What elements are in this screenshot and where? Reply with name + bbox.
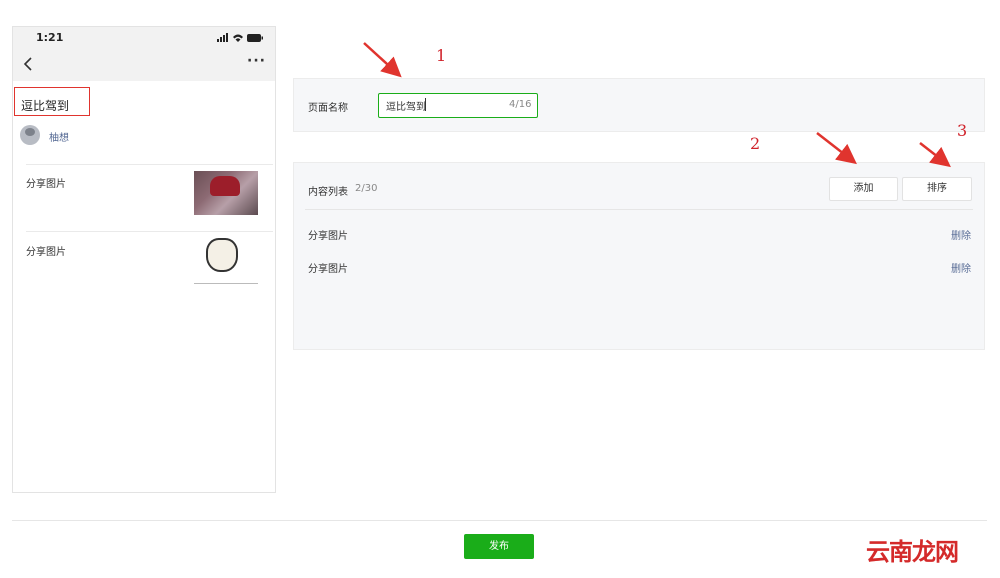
annotation-number-2: 2 (750, 134, 761, 153)
annotation-number-3: 3 (957, 121, 968, 140)
annotation-arrows (363, 42, 951, 168)
annotation-number-1: 1 (436, 46, 447, 65)
annotation-arrow-2 (816, 132, 857, 165)
annotation-arrow-1 (363, 42, 402, 78)
site-watermark: 云南龙网 (866, 538, 959, 566)
annotation-arrow-3 (919, 142, 951, 168)
